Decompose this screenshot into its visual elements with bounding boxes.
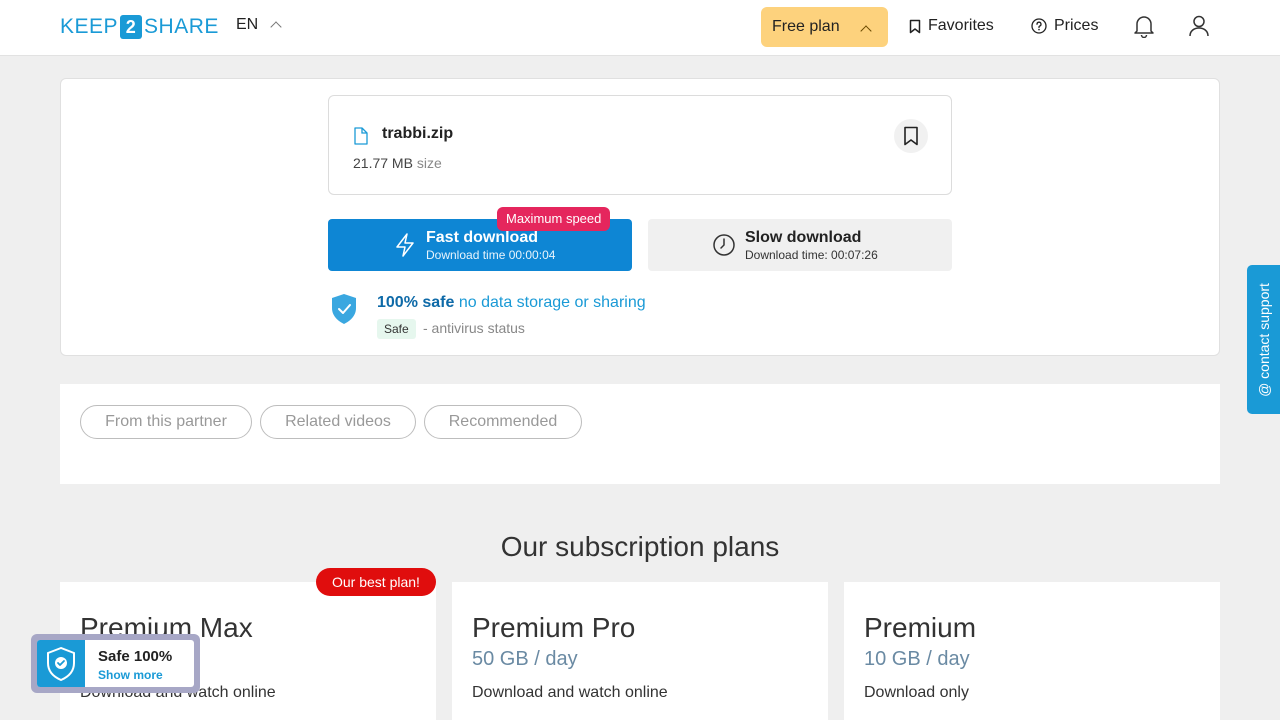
prices-label: Prices bbox=[1054, 17, 1099, 34]
safe-widget[interactable]: Safe 100% Show more bbox=[31, 634, 200, 693]
notifications-button[interactable] bbox=[1133, 14, 1157, 40]
shield-check-icon bbox=[47, 646, 75, 681]
chevron-up-icon bbox=[860, 25, 872, 37]
free-plan-label: Free plan bbox=[772, 18, 840, 35]
shield-check-icon bbox=[332, 294, 356, 324]
safe-widget-body: Safe 100% Show more bbox=[37, 640, 194, 687]
contact-support-label: @ contact support bbox=[1255, 282, 1272, 397]
safety-statement: 100% safe no data storage or sharing bbox=[377, 294, 646, 312]
tab-recommended[interactable]: Recommended bbox=[424, 405, 582, 439]
language-label: EN bbox=[236, 16, 259, 33]
free-plan-button[interactable]: Free plan bbox=[761, 7, 888, 47]
file-name: trabbi.zip bbox=[382, 125, 454, 142]
favorites-link[interactable]: Favorites bbox=[909, 17, 994, 35]
plan-quota: 50 GB / day bbox=[472, 648, 578, 670]
logo-text-left: KEEP bbox=[60, 15, 119, 38]
account-button[interactable] bbox=[1188, 14, 1212, 40]
safe-status-badge: Safe bbox=[377, 319, 416, 339]
plan-card-premium[interactable]: Premium 10 GB / day Download only bbox=[844, 582, 1220, 720]
plan-name: Premium Pro bbox=[472, 612, 636, 643]
language-selector[interactable]: EN bbox=[236, 16, 282, 34]
file-size-unit: size bbox=[416, 155, 442, 171]
lightning-icon bbox=[396, 233, 414, 257]
file-size-value: 21.77 MB bbox=[353, 155, 413, 171]
safe-widget-shield bbox=[37, 640, 85, 687]
bookmark-icon bbox=[904, 126, 918, 146]
plan-quota: 10 GB / day bbox=[864, 648, 970, 670]
chevron-up-icon bbox=[270, 21, 282, 33]
prices-link[interactable]: Prices bbox=[1031, 17, 1098, 35]
tab-from-this-partner[interactable]: From this partner bbox=[80, 405, 252, 439]
clock-icon bbox=[713, 234, 735, 256]
fast-download-time: Download time 00:00:04 bbox=[426, 248, 556, 262]
add-to-favorites-button[interactable] bbox=[894, 119, 928, 153]
contact-support-tab[interactable]: @ contact support bbox=[1247, 265, 1280, 414]
plan-name: Premium bbox=[864, 612, 977, 643]
keep2share-logo[interactable]: KEEP 2 SHARE bbox=[60, 14, 219, 40]
file-icon bbox=[354, 127, 368, 145]
plans-heading: Our subscription plans bbox=[500, 531, 780, 562]
antivirus-status-label: - antivirus status bbox=[423, 320, 525, 336]
slow-download-title: Slow download bbox=[745, 229, 862, 246]
plan-description: Download only bbox=[864, 684, 969, 701]
plan-card-premium-pro[interactable]: Premium Pro 50 GB / day Download and wat… bbox=[452, 582, 828, 720]
logo-text-right: SHARE bbox=[144, 15, 219, 38]
best-plan-badge: Our best plan! bbox=[316, 568, 436, 596]
logo-text-mid: 2 bbox=[120, 15, 143, 39]
safety-light: no data storage or sharing bbox=[458, 294, 646, 311]
file-size: 21.77 MB size bbox=[353, 155, 442, 171]
tab-related-videos[interactable]: Related videos bbox=[260, 405, 416, 439]
favorites-label: Favorites bbox=[928, 17, 994, 34]
safety-strong: 100% safe bbox=[377, 294, 455, 311]
top-header: KEEP 2 SHARE EN Free plan Favorites Prices bbox=[0, 0, 1280, 56]
fast-download-title: Fast download bbox=[426, 229, 538, 246]
file-info-box bbox=[328, 95, 952, 195]
user-icon bbox=[1189, 15, 1209, 37]
help-circle-icon bbox=[1031, 18, 1047, 34]
bookmark-icon bbox=[909, 19, 921, 33]
bell-icon bbox=[1134, 16, 1154, 39]
safe-widget-show-more-link[interactable]: Show more bbox=[98, 668, 163, 682]
maximum-speed-badge: Maximum speed bbox=[497, 207, 611, 231]
slow-download-button[interactable]: Slow download Download time: 00:07:26 bbox=[648, 219, 952, 271]
safe-widget-title: Safe 100% bbox=[98, 648, 173, 665]
slow-download-time: Download time: 00:07:26 bbox=[745, 248, 878, 262]
plan-description: Download and watch online bbox=[472, 684, 668, 701]
